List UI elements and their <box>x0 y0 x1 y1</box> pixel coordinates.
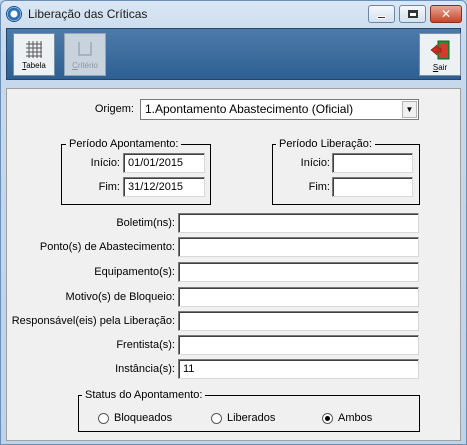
title-bar[interactable]: Liberação das Críticas ✕ <box>1 1 466 27</box>
sair-label: Sair <box>432 63 448 72</box>
status-title: Status do Apontamento: <box>82 389 206 401</box>
minimize-button[interactable] <box>368 5 395 23</box>
window-title: Liberação das Críticas <box>28 7 148 21</box>
origem-label: Origem: <box>94 103 134 115</box>
grid-icon <box>26 41 42 58</box>
origem-select[interactable]: 1.Apontamento Abastecimento (Oficial) ▼ <box>140 99 419 120</box>
periodo-apontamento-group: Período Apontamento: Início: 01/01/2015 … <box>61 138 211 205</box>
apontamento-fim-input[interactable]: 31/12/2015 <box>123 177 205 197</box>
radio-ambos-label: Ambos <box>338 412 373 424</box>
radio-liberados-label: Liberados <box>227 412 276 424</box>
periodo-liberacao-group: Período Liberação: Início: Fim: <box>272 138 420 205</box>
apontamento-fim-label: Fim: <box>98 181 120 193</box>
minimize-icon <box>377 15 386 19</box>
liberacao-fim-input[interactable] <box>332 177 413 197</box>
responsavel-label: Responsável(eis) pela Liberação: <box>11 315 175 327</box>
radio-bloqueados-label: Bloqueados <box>114 412 173 424</box>
responsavel-input[interactable] <box>178 311 419 331</box>
criterio-button[interactable]: Critério <box>64 33 106 76</box>
filter-form: Origem: 1.Apontamento Abastecimento (Ofi… <box>6 88 461 441</box>
radio-circle-selected[interactable] <box>322 412 333 424</box>
frentista-label: Frentista(s): <box>116 339 175 351</box>
frentista-input[interactable] <box>178 335 419 355</box>
app-circle-icon <box>6 6 22 22</box>
tabela-button[interactable]: Tabela <box>13 33 55 76</box>
ponto-label: Ponto(s) de Abastecimento: <box>39 241 175 253</box>
periodo-apontamento-title: Período Apontamento: <box>66 138 182 150</box>
boletim-input[interactable] <box>178 213 419 233</box>
origem-value: 1.Apontamento Abastecimento (Oficial) <box>145 102 354 116</box>
radio-circle[interactable] <box>98 412 109 424</box>
toolbar: Tabela Critério Sair <box>6 28 461 80</box>
radio-bloqueados[interactable]: Bloqueados <box>98 412 172 424</box>
exit-door-icon <box>430 40 450 60</box>
apontamento-inicio-label: Início: <box>90 157 120 169</box>
equipamento-input[interactable] <box>178 262 419 282</box>
tabela-label: Tabela <box>22 61 46 70</box>
maximize-icon <box>407 10 418 18</box>
instancia-label: Instância(s): <box>115 363 175 375</box>
ponto-input[interactable] <box>178 237 419 257</box>
criterio-label: Critério <box>72 61 98 70</box>
motivo-label: Motivo(s) de Bloqueio: <box>65 291 175 303</box>
liberacao-inicio-label: Início: <box>300 157 330 169</box>
radio-ambos[interactable]: Ambos <box>322 412 372 424</box>
chevron-down-icon[interactable]: ▼ <box>402 101 417 118</box>
main-window: Liberação das Críticas ✕ Tabela Critério <box>0 0 467 445</box>
apontamento-inicio-input[interactable]: 01/01/2015 <box>123 153 205 173</box>
close-button[interactable]: ✕ <box>430 5 462 23</box>
criteria-icon <box>78 42 92 56</box>
motivo-input[interactable] <box>178 287 419 307</box>
maximize-button[interactable] <box>399 5 426 23</box>
radio-circle[interactable] <box>211 412 222 424</box>
radio-dot-icon <box>325 415 330 421</box>
liberacao-inicio-input[interactable] <box>332 153 413 173</box>
radio-liberados[interactable]: Liberados <box>211 412 275 424</box>
instancia-input[interactable]: 11 <box>178 359 419 379</box>
liberacao-fim-label: Fim: <box>308 181 330 193</box>
close-icon: ✕ <box>440 7 452 21</box>
boletim-label: Boletim(ns): <box>116 217 175 229</box>
sair-button[interactable]: Sair <box>419 33 461 76</box>
status-group: Status do Apontamento: Bloqueados Libera… <box>78 389 420 432</box>
periodo-liberacao-title: Período Liberação: <box>276 138 375 150</box>
equipamento-label: Equipamento(s): <box>94 266 175 278</box>
